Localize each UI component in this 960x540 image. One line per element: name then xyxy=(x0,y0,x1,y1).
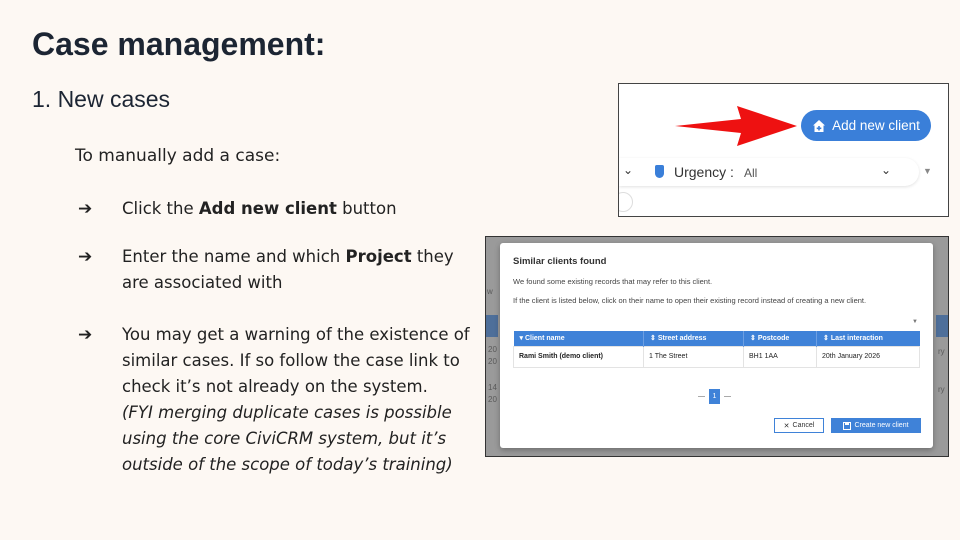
urgency-filter[interactable]: ⌄ Urgency : All ⌄ xyxy=(619,158,919,186)
fyi-note: (FYI merging duplicate cases is possible… xyxy=(122,403,453,474)
red-pointer-arrow-icon xyxy=(675,106,797,146)
cancel-label: Cancel xyxy=(792,422,815,429)
bullet-arrow-icon: ➔ xyxy=(78,325,93,345)
client-name-link[interactable]: Rami Smith (demo client) xyxy=(513,345,644,368)
slide-subtitle: 1. New cases xyxy=(32,86,171,112)
home-plus-icon xyxy=(813,119,826,132)
step-text: You may get a warning of the existence o… xyxy=(122,322,478,478)
table-row: Rami Smith (demo client) 1 The Street BH… xyxy=(513,345,920,368)
background-text: w xyxy=(487,287,493,296)
street-address-cell: 1 The Street xyxy=(643,345,744,368)
bullet-arrow-icon: ➔ xyxy=(78,199,93,219)
background-text: ry xyxy=(938,347,945,356)
column-header-client-name[interactable]: ▾ Client name xyxy=(513,331,644,346)
background-text: 14 xyxy=(488,383,497,392)
background-text: 20 xyxy=(488,357,497,366)
column-header-last-interaction[interactable]: ⇕ Last interaction xyxy=(816,331,920,346)
save-icon xyxy=(843,421,852,430)
caret-down-icon[interactable]: ▼ xyxy=(912,319,918,325)
screenshot-similar-clients: w 20 20 14 20 ry ry Similar clients foun… xyxy=(485,236,949,457)
dialog-message: We found some existing records that may … xyxy=(513,277,713,286)
postcode-cell: BH1 1AA xyxy=(743,345,817,368)
slide-title: Case management: xyxy=(32,26,326,62)
create-new-client-button[interactable]: Create new client xyxy=(831,418,921,433)
table-header-row: ▾ Client name ⇕ Street address ⇕ Postcod… xyxy=(513,331,920,346)
partial-control xyxy=(619,192,633,212)
dialog-instructions: If the client is listed below, click on … xyxy=(513,296,867,305)
similar-clients-dialog: Similar clients found We found some exis… xyxy=(500,243,933,448)
bullet-arrow-icon: ➔ xyxy=(78,247,93,267)
caret-down-icon[interactable]: ▼ xyxy=(923,166,932,176)
background-text: 20 xyxy=(488,395,497,404)
step-similar-warning: ➔ You may get a warning of the existence… xyxy=(78,322,478,478)
column-header-street-address[interactable]: ⇕ Street address xyxy=(643,331,744,346)
intro-text: To manually add a case: xyxy=(75,146,281,166)
background-header xyxy=(486,315,498,337)
prev-page-icon[interactable]: — xyxy=(698,393,705,400)
add-new-client-label: Add new client xyxy=(832,118,920,133)
step-enter-name: ➔ Enter the name and which Project they … xyxy=(78,244,478,296)
background-text: ry xyxy=(938,385,945,394)
page-number[interactable]: 1 xyxy=(709,389,720,404)
screenshot-add-client: Add new client ⌄ Urgency : All ⌄ ▼ xyxy=(618,83,949,217)
add-new-client-button[interactable]: Add new client xyxy=(801,110,931,141)
pagination: — 1 — xyxy=(698,389,731,404)
dialog-title: Similar clients found xyxy=(513,256,607,267)
chevron-down-icon[interactable]: ⌄ xyxy=(623,163,633,177)
urgency-label: Urgency : xyxy=(674,164,734,180)
shield-icon xyxy=(655,165,664,178)
urgency-value: All xyxy=(744,166,758,180)
create-new-client-label: Create new client xyxy=(854,422,909,429)
step-add-client: ➔ Click the Add new client button xyxy=(78,196,397,222)
next-page-icon[interactable]: — xyxy=(724,393,731,400)
column-header-postcode[interactable]: ⇕ Postcode xyxy=(743,331,817,346)
last-interaction-cell: 20th January 2026 xyxy=(816,345,920,368)
background-text: 20 xyxy=(488,345,497,354)
close-icon: ✕ xyxy=(783,422,790,430)
step-text: Enter the name and which Project they ar… xyxy=(122,247,454,292)
cancel-button[interactable]: ✕ Cancel xyxy=(774,418,824,433)
background-header xyxy=(936,315,948,337)
step-text: Click the Add new client button xyxy=(122,199,397,218)
similar-clients-table: ▾ Client name ⇕ Street address ⇕ Postcod… xyxy=(513,331,920,368)
chevron-down-icon[interactable]: ⌄ xyxy=(881,163,891,177)
